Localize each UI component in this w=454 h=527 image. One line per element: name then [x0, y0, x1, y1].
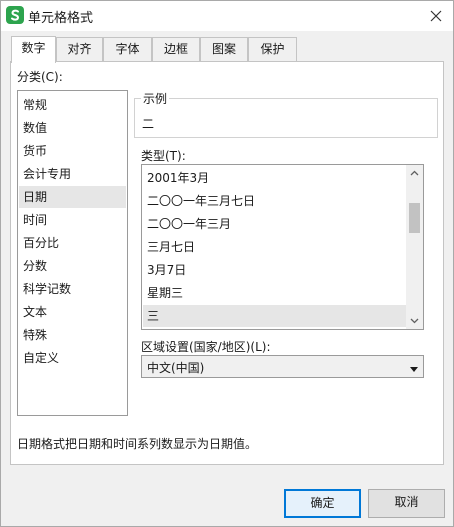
scroll-down-icon[interactable] — [406, 312, 423, 329]
locale-select[interactable]: 中文(中国) — [141, 355, 424, 378]
sample-group — [134, 98, 438, 138]
category-item[interactable]: 会计专用 — [19, 163, 126, 185]
type-label: 类型(T): — [141, 149, 186, 163]
category-item[interactable]: 文本 — [19, 301, 126, 323]
close-icon[interactable] — [427, 7, 445, 25]
locale-value: 中文(中国) — [147, 361, 205, 375]
sample-label: 示例 — [141, 90, 170, 107]
tab-pattern[interactable]: 图案 — [200, 37, 248, 62]
scrollbar-thumb[interactable] — [409, 203, 420, 233]
category-item[interactable]: 科学记数 — [19, 278, 126, 300]
type-item[interactable]: 三月七日 — [143, 236, 406, 258]
title-bar[interactable]: 单元格格式 — [1, 1, 453, 31]
format-cells-dialog: 单元格格式 数字 对齐 字体 边框 图案 保护 分类(C): 常规 数值 货币 … — [0, 0, 454, 527]
category-item[interactable]: 货币 — [19, 140, 126, 162]
category-item[interactable]: 百分比 — [19, 232, 126, 254]
type-item[interactable]: 二〇〇一年三月七日 — [143, 190, 406, 212]
scroll-up-icon[interactable] — [406, 165, 423, 182]
ok-button[interactable]: 确定 — [284, 489, 361, 518]
tab-number[interactable]: 数字 — [11, 36, 56, 63]
category-label: 分类(C): — [17, 70, 63, 84]
type-list-scrollbar[interactable] — [406, 165, 423, 329]
format-description: 日期格式把日期和时间系列数显示为日期值。 — [17, 437, 258, 451]
type-list[interactable]: 2001年3月 二〇〇一年三月七日 二〇〇一年三月 三月七日 3月7日 星期三 … — [141, 164, 424, 330]
number-tab-panel: 分类(C): 常规 数值 货币 会计专用 日期 时间 百分比 分数 科学记数 文… — [10, 61, 444, 465]
category-item[interactable]: 常规 — [19, 94, 126, 116]
category-item[interactable]: 自定义 — [19, 347, 126, 369]
category-item[interactable]: 数值 — [19, 117, 126, 139]
type-item[interactable]: 星期三 — [143, 282, 406, 304]
wps-spreadsheet-icon — [6, 6, 24, 24]
tab-border[interactable]: 边框 — [152, 37, 200, 62]
category-item[interactable]: 特殊 — [19, 324, 126, 346]
type-item[interactable]: 2001年3月 — [143, 167, 406, 189]
dialog-title: 单元格格式 — [28, 11, 94, 26]
category-list[interactable]: 常规 数值 货币 会计专用 日期 时间 百分比 分数 科学记数 文本 特殊 自定… — [17, 90, 128, 416]
category-item-selected[interactable]: 日期 — [19, 186, 126, 208]
type-item[interactable]: 3月7日 — [143, 259, 406, 281]
type-item-selected[interactable]: 三 — [143, 305, 406, 327]
locale-label: 区域设置(国家/地区)(L): — [141, 340, 271, 354]
chevron-down-icon — [409, 363, 419, 372]
tab-font[interactable]: 字体 — [103, 37, 152, 62]
cancel-button[interactable]: 取消 — [368, 489, 445, 518]
category-item[interactable]: 分数 — [19, 255, 126, 277]
category-item[interactable]: 时间 — [19, 209, 126, 231]
tab-alignment[interactable]: 对齐 — [56, 37, 103, 62]
sample-value: 二 — [142, 117, 155, 131]
tab-protection[interactable]: 保护 — [248, 37, 297, 62]
type-item[interactable]: 二〇〇一年三月 — [143, 213, 406, 235]
